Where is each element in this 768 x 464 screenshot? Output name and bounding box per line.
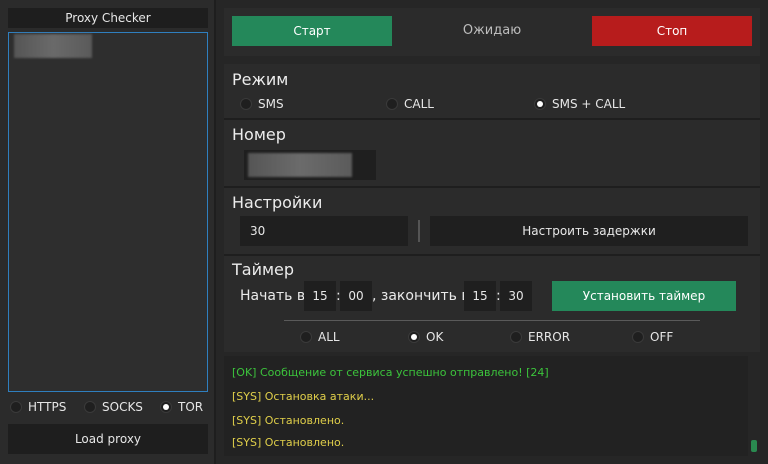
load-proxy-button[interactable]: Load proxy — [8, 424, 208, 454]
start-button[interactable]: Старт — [232, 16, 392, 46]
proxy-type-https[interactable]: HTTPS — [10, 400, 66, 414]
radio-icon — [632, 331, 644, 343]
log-line: [OK] Сообщение от сервиса успешно отправ… — [232, 366, 549, 379]
radio-icon — [10, 401, 22, 413]
filter-divider — [284, 320, 700, 321]
start-hour-input[interactable]: 15 — [304, 281, 336, 311]
filter-error[interactable]: ERROR — [510, 330, 570, 344]
radio-icon — [300, 331, 312, 343]
proxy-list-item-redacted[interactable] — [14, 34, 92, 58]
radio-icon — [84, 401, 96, 413]
timer-end-text: , закончить в — [372, 288, 470, 304]
mode-sms[interactable]: SMS — [240, 97, 284, 111]
filter-all[interactable]: ALL — [300, 330, 340, 344]
log-output[interactable]: [OK] Сообщение от сервиса успешно отправ… — [224, 356, 748, 456]
filter-off[interactable]: OFF — [632, 330, 673, 344]
log-line: [SYS] Остановлено. — [232, 436, 345, 449]
end-minute-input[interactable]: 30 — [500, 281, 532, 311]
settings-title: Настройки — [232, 193, 323, 212]
proxy-list[interactable] — [8, 32, 208, 392]
radio-icon — [240, 98, 252, 110]
log-line: [SYS] Остановка атаки... — [232, 390, 375, 403]
timer-start-text: Начать в — [240, 288, 306, 304]
input-separator — [418, 220, 420, 242]
proxy-checker-title: Proxy Checker — [8, 8, 208, 28]
radio-selected-icon — [160, 401, 172, 413]
proxy-type-socks[interactable]: SOCKS — [84, 400, 143, 414]
mode-title: Режим — [232, 70, 289, 89]
panel-divider — [214, 0, 216, 464]
end-hour-input[interactable]: 15 — [464, 281, 496, 311]
radio-icon — [386, 98, 398, 110]
mode-call[interactable]: CALL — [386, 97, 434, 111]
start-minute-input[interactable]: 00 — [340, 281, 372, 311]
configure-delays-button[interactable]: Настроить задержки — [430, 216, 748, 246]
status-label: Ожидаю — [462, 23, 522, 38]
radio-icon — [510, 331, 522, 343]
filter-ok[interactable]: OK — [408, 330, 443, 344]
stop-button[interactable]: Стоп — [592, 16, 752, 46]
timer-title: Таймер — [232, 260, 295, 279]
radio-selected-icon — [534, 98, 546, 110]
radio-selected-icon — [408, 331, 420, 343]
number-title: Номер — [232, 125, 286, 144]
mode-section: Режим — [224, 64, 760, 118]
mode-sms-call[interactable]: SMS + CALL — [534, 97, 625, 111]
set-timer-button[interactable]: Установить таймер — [552, 281, 736, 311]
phone-number-redacted — [248, 153, 352, 177]
log-line: [SYS] Остановлено. — [232, 414, 345, 427]
proxy-type-tor[interactable]: TOR — [160, 400, 203, 414]
scroll-indicator[interactable] — [751, 440, 757, 452]
threads-input[interactable]: 30 — [240, 216, 408, 246]
